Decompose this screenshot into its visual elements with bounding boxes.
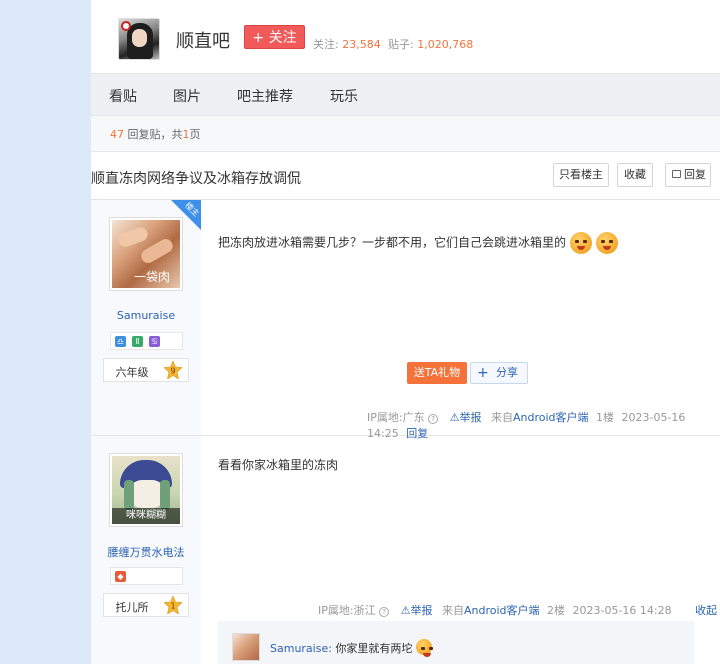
reply-button[interactable]: 回复 bbox=[665, 163, 711, 187]
thread-title-bar: 顺直冻肉网络争议及冰箱存放调侃 只看楼主 收藏 回复 bbox=[91, 152, 720, 200]
reply-bubble-icon bbox=[672, 170, 681, 178]
nav-tab-posts[interactable]: 看贴 bbox=[109, 86, 137, 106]
page-label: 页 bbox=[189, 128, 201, 141]
follow-button[interactable]: + 关注 bbox=[244, 25, 305, 49]
level-badge[interactable]: 托儿所 1 bbox=[103, 593, 189, 617]
author-name[interactable]: Samuraise bbox=[91, 309, 201, 322]
sub-reply-author[interactable]: Samuraise: bbox=[270, 642, 332, 655]
post-time: 2023-05-16 14:28 bbox=[572, 604, 672, 617]
reply-count: 47 bbox=[110, 128, 124, 141]
floor-number: 2楼 bbox=[547, 604, 565, 617]
only-op-button[interactable]: 只看楼主 bbox=[553, 163, 609, 187]
share-button[interactable]: + 分享 bbox=[470, 362, 528, 384]
post-content: 看看你家冰箱里的冻肉 bbox=[218, 458, 339, 472]
shocked-emoji-icon bbox=[415, 639, 432, 657]
level-badge[interactable]: 六年级 9 bbox=[103, 358, 189, 382]
nav-tab-featured[interactable]: 吧主推荐 bbox=[237, 86, 293, 106]
level-star-icon: 1 bbox=[164, 596, 182, 614]
angry-emoji-icon bbox=[595, 232, 618, 254]
warning-icon: ⚠ bbox=[449, 411, 460, 424]
favorite-button[interactable]: 收藏 bbox=[617, 163, 653, 187]
forum-name[interactable]: 顺直吧 bbox=[176, 27, 230, 53]
page-count: 1 bbox=[182, 128, 190, 141]
client-link[interactable]: Android客户端 bbox=[513, 411, 589, 424]
badge-icon-1[interactable]: ◆ bbox=[115, 571, 126, 582]
floor-number: 1楼 bbox=[596, 411, 614, 424]
help-icon[interactable]: ? bbox=[428, 414, 439, 424]
followers-label: 关注: bbox=[313, 38, 339, 51]
thread-title: 顺直冻肉网络争议及冰箱存放调侃 bbox=[91, 171, 301, 187]
user-badges: ◆ bbox=[110, 567, 183, 585]
help-icon[interactable]: ? bbox=[379, 607, 390, 617]
report-link[interactable]: ⚠举报 bbox=[450, 411, 482, 424]
client-from: 来自Android客户端 bbox=[441, 604, 540, 617]
report-link[interactable]: ⚠举报 bbox=[401, 604, 433, 617]
user-badges: ♎ Ⅱ ♋ bbox=[110, 332, 183, 350]
left-gutter bbox=[0, 0, 91, 664]
svg-text:9: 9 bbox=[170, 367, 175, 376]
forum-nav: 看贴 图片 吧主推荐 玩乐 bbox=[91, 74, 720, 116]
avatar-caption: 咪咪糊糊 bbox=[112, 508, 180, 524]
badge-icon-2[interactable]: Ⅱ bbox=[132, 336, 143, 347]
thread-page: 顺直吧 + 关注 关注: 23,584 贴子: 1,020,768 看贴 图片 … bbox=[91, 0, 720, 664]
level-name: 托儿所 bbox=[115, 601, 149, 614]
avatar-caption: 一袋肉 bbox=[134, 270, 171, 284]
forum-header: 顺直吧 + 关注 关注: 23,584 贴子: 1,020,768 bbox=[91, 0, 720, 74]
followers-stat: 关注: 23,584 bbox=[313, 36, 381, 52]
svg-text:1: 1 bbox=[170, 602, 175, 611]
level-name: 六年级 bbox=[115, 366, 149, 379]
badge-icon-3[interactable]: ♋ bbox=[149, 336, 160, 347]
ip-location: IP属地:浙江 bbox=[318, 604, 376, 617]
sub-reply-text: 你家里就有两坨 bbox=[335, 642, 413, 655]
post-content: 把冻肉放进冰箱需要几步？一步都不用，它们自己会跳进冰箱里的 bbox=[218, 232, 618, 254]
post-floor-2: 咪咪糊糊 腰缠万贯水电法 ◆ 托儿所 1 看看你家冰箱里的冻肉 IP属地:浙江 … bbox=[91, 436, 720, 664]
sub-reply-body: Samuraise: 你家里就有两坨 bbox=[270, 639, 432, 657]
posts-label: 贴子: bbox=[388, 38, 414, 51]
angry-emoji-icon bbox=[569, 232, 592, 254]
sub-reply-avatar[interactable] bbox=[232, 633, 260, 661]
plus-icon: + bbox=[477, 365, 489, 381]
forum-avatar[interactable] bbox=[118, 18, 160, 60]
followers-count: 23,584 bbox=[342, 38, 381, 51]
author-avatar[interactable]: 一袋肉 bbox=[109, 217, 183, 291]
sub-reply: Samuraise: 你家里就有两坨 bbox=[218, 621, 694, 664]
author-name[interactable]: 腰缠万贯水电法 bbox=[91, 544, 201, 560]
nav-tab-images[interactable]: 图片 bbox=[173, 86, 201, 106]
posts-stat: 贴子: 1,020,768 bbox=[388, 36, 473, 52]
send-gift-button[interactable]: 送TA礼物 bbox=[407, 362, 467, 384]
client-link[interactable]: Android客户端 bbox=[464, 604, 540, 617]
share-label: 分享 bbox=[496, 366, 518, 379]
reply-count-text: 47 回复贴，共1页 bbox=[110, 126, 201, 142]
post-floor-1: 楼主 一袋肉 Samuraise ♎ Ⅱ ♋ 六年级 9 把冻肉放进冰箱需要几步… bbox=[91, 200, 720, 440]
reply-button-label: 回复 bbox=[684, 168, 706, 181]
reply-count-bar: 47 回复贴，共1页 bbox=[91, 116, 720, 152]
author-avatar[interactable]: 咪咪糊糊 bbox=[109, 453, 183, 527]
reply-label: 回复贴，共 bbox=[127, 128, 183, 141]
posts-count: 1,020,768 bbox=[417, 38, 474, 51]
warning-icon: ⚠ bbox=[400, 604, 411, 617]
nav-tab-fun[interactable]: 玩乐 bbox=[330, 86, 358, 106]
ip-location: IP属地:广东 bbox=[367, 411, 425, 424]
badge-icon-1[interactable]: ♎ bbox=[115, 336, 126, 347]
client-from: 来自Android客户端 bbox=[490, 411, 589, 424]
level-star-icon: 9 bbox=[164, 361, 182, 379]
